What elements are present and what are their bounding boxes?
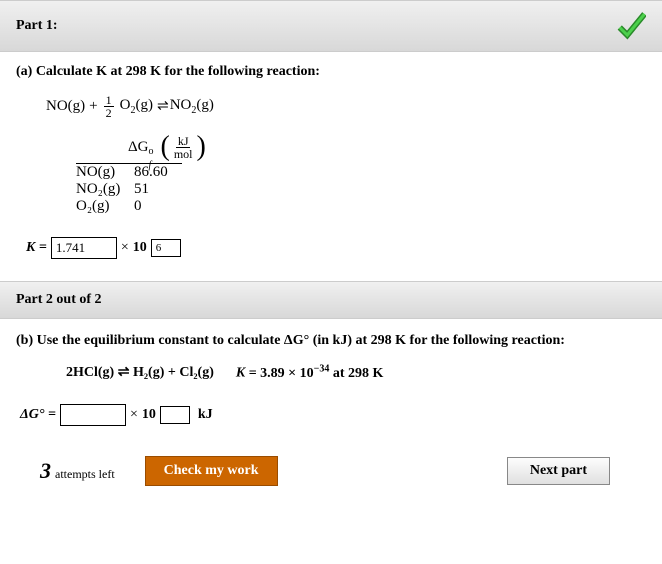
- gibbs-table: ΔGof ( kJ mol ) NO(g) 86.60 NO₂(g) 51: [76, 133, 646, 215]
- k-exponent-input[interactable]: [151, 239, 181, 257]
- times-sign: ×: [130, 407, 138, 423]
- part1-header: Part 1:: [0, 0, 662, 52]
- k-coefficient-input[interactable]: [51, 237, 117, 259]
- reaction-text: 2HCl(g) ⇌ H₂(g) + Cl₂(g): [66, 364, 214, 381]
- equilibrium-arrow-icon: ⇌: [157, 103, 166, 110]
- ten-base: 10: [133, 240, 147, 256]
- part2-content: (b) Use the equilibrium constant to calc…: [0, 319, 662, 516]
- one-half: 1 2: [104, 94, 114, 119]
- prompt-b: (b) Use the equilibrium constant to calc…: [16, 333, 646, 349]
- part1-title: Part 1:: [16, 18, 58, 34]
- part1-content: (a) Calculate K at 298 K for the followi…: [0, 52, 662, 281]
- checkmark-icon: [616, 11, 646, 41]
- times-sign: ×: [121, 240, 129, 256]
- deltag-exponent-input[interactable]: [160, 406, 190, 424]
- k-value-display: = 3.89 × 10−34 at 298 K: [249, 366, 384, 381]
- table-row: NO₂(g) 51: [76, 181, 182, 198]
- check-my-work-button[interactable]: Check my work: [145, 456, 278, 486]
- product-no2: NO2(g): [170, 97, 214, 116]
- plus-sign: +: [89, 98, 97, 115]
- table-row: O₂(g) 0: [76, 198, 182, 215]
- part2-title: Part 2 out of 2: [16, 292, 102, 308]
- part2-reaction: 2HCl(g) ⇌ H₂(g) + Cl₂(g) K K = 3.89 × 10…: [66, 363, 646, 382]
- table-row: NO(g) 86.60: [76, 164, 182, 181]
- part2-header: Part 2 out of 2: [0, 281, 662, 319]
- table-heading: ΔGof ( kJ mol ): [128, 133, 646, 161]
- ten-base: 10: [142, 407, 156, 423]
- next-part-button[interactable]: Next part: [507, 457, 610, 485]
- attempts-left: 3attempts left: [40, 458, 115, 484]
- unit-fraction: ( kJ mol ): [160, 133, 205, 161]
- k-label: K =: [26, 240, 47, 256]
- delta-g-symbol: ΔGof: [128, 139, 148, 156]
- deltag-answer-row: ΔG° = × 10 kJ: [20, 404, 646, 426]
- prompt-a: (a) Calculate K at 298 K for the followi…: [16, 64, 646, 80]
- deltag-label: ΔG° =: [20, 407, 56, 423]
- reactant-no: NO(g): [46, 98, 85, 115]
- footer-bar: 3attempts left Check my work Next part: [16, 440, 646, 506]
- reaction-equation: NO(g) + 1 2 O2(g) ⇌ NO2(g): [46, 94, 646, 119]
- deltag-coefficient-input[interactable]: [60, 404, 126, 426]
- k-answer-row: K = × 10: [26, 237, 646, 259]
- species-table: NO(g) 86.60 NO₂(g) 51 O₂(g) 0: [76, 163, 182, 215]
- unit-kj: kJ: [198, 407, 213, 423]
- reactant-o2: O2(g): [120, 97, 153, 116]
